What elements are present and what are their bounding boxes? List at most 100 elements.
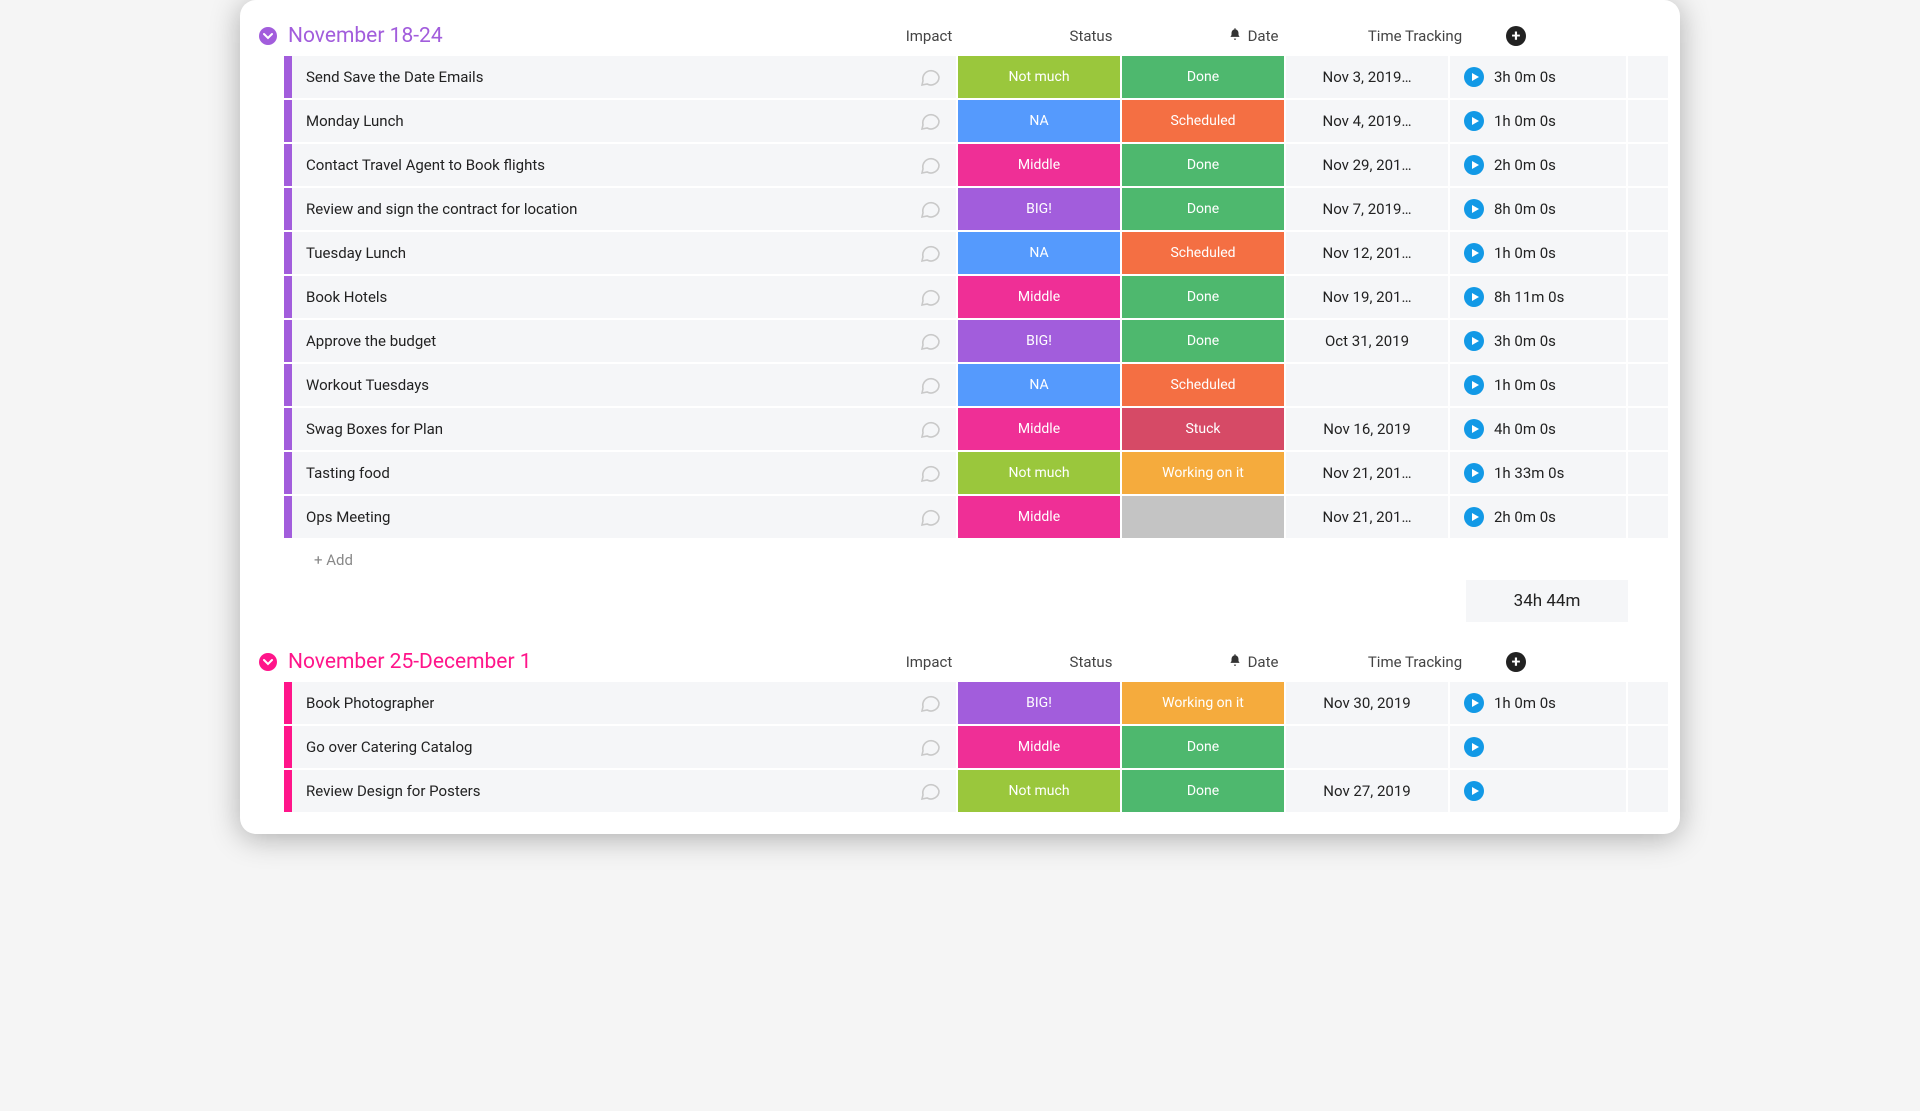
date-cell[interactable]: Nov 29, 201… <box>1284 144 1448 186</box>
chat-icon[interactable] <box>918 373 942 397</box>
time-tracking-cell[interactable]: 2h 0m 0s <box>1448 496 1626 538</box>
table-row[interactable]: Review Design for PostersNot muchDoneNov… <box>284 770 1668 814</box>
play-icon[interactable] <box>1464 375 1484 395</box>
time-tracking-cell[interactable]: 4h 0m 0s <box>1448 408 1626 450</box>
play-icon[interactable] <box>1464 199 1484 219</box>
time-tracking-cell[interactable]: 1h 0m 0s <box>1448 232 1626 274</box>
table-row[interactable]: Go over Catering CatalogMiddleDone <box>284 726 1668 770</box>
time-tracking-cell[interactable]: 3h 0m 0s <box>1448 56 1626 98</box>
chat-icon[interactable] <box>918 65 942 89</box>
impact-cell[interactable]: Middle <box>956 726 1120 768</box>
date-cell[interactable] <box>1284 726 1448 768</box>
row-title-cell[interactable]: Review and sign the contract for locatio… <box>292 188 956 230</box>
chat-icon[interactable] <box>918 241 942 265</box>
row-title-cell[interactable]: Tuesday Lunch <box>292 232 956 274</box>
play-icon[interactable] <box>1464 737 1484 757</box>
row-title-cell[interactable]: Approve the budget <box>292 320 956 362</box>
play-icon[interactable] <box>1464 781 1484 801</box>
impact-cell[interactable]: Not much <box>956 770 1120 812</box>
date-cell[interactable]: Nov 3, 2019… <box>1284 56 1448 98</box>
status-cell[interactable]: Done <box>1120 188 1284 230</box>
play-icon[interactable] <box>1464 111 1484 131</box>
row-title-cell[interactable]: Tasting food <box>292 452 956 494</box>
date-column-header[interactable]: Date <box>1172 27 1334 45</box>
impact-cell[interactable]: Middle <box>956 408 1120 450</box>
status-cell[interactable]: Done <box>1120 770 1284 812</box>
play-icon[interactable] <box>1464 331 1484 351</box>
row-title-cell[interactable]: Monday Lunch <box>292 100 956 142</box>
status-cell[interactable]: Scheduled <box>1120 232 1284 274</box>
row-title-cell[interactable]: Review Design for Posters <box>292 770 956 812</box>
status-cell[interactable]: Done <box>1120 276 1284 318</box>
date-cell[interactable]: Nov 21, 201… <box>1284 452 1448 494</box>
status-column-header[interactable]: Status <box>1010 653 1172 671</box>
add-column-button[interactable]: + <box>1496 26 1536 46</box>
date-cell[interactable]: Nov 12, 201… <box>1284 232 1448 274</box>
chat-icon[interactable] <box>918 417 942 441</box>
date-cell[interactable]: Nov 7, 2019… <box>1284 188 1448 230</box>
impact-cell[interactable]: BIG! <box>956 320 1120 362</box>
date-cell[interactable]: Nov 19, 201… <box>1284 276 1448 318</box>
chat-icon[interactable] <box>918 691 942 715</box>
row-title-cell[interactable]: Book Photographer <box>292 682 956 724</box>
table-row[interactable]: Ops MeetingMiddleNov 21, 201…2h 0m 0s <box>284 496 1668 540</box>
date-cell[interactable]: Nov 30, 2019 <box>1284 682 1448 724</box>
status-cell[interactable] <box>1120 496 1284 538</box>
chat-icon[interactable] <box>918 329 942 353</box>
status-cell[interactable]: Working on it <box>1120 682 1284 724</box>
group-title[interactable]: November 25-December 1 <box>284 650 848 674</box>
row-title-cell[interactable]: Book Hotels <box>292 276 956 318</box>
impact-column-header[interactable]: Impact <box>848 27 1010 45</box>
impact-cell[interactable]: Middle <box>956 144 1120 186</box>
status-cell[interactable]: Scheduled <box>1120 364 1284 406</box>
row-title-cell[interactable]: Workout Tuesdays <box>292 364 956 406</box>
date-cell[interactable]: Nov 27, 2019 <box>1284 770 1448 812</box>
impact-column-header[interactable]: Impact <box>848 653 1010 671</box>
date-cell[interactable]: Nov 16, 2019 <box>1284 408 1448 450</box>
status-cell[interactable]: Done <box>1120 320 1284 362</box>
date-cell[interactable]: Oct 31, 2019 <box>1284 320 1448 362</box>
chat-icon[interactable] <box>918 197 942 221</box>
chat-icon[interactable] <box>918 109 942 133</box>
row-title-cell[interactable]: Contact Travel Agent to Book flights <box>292 144 956 186</box>
play-icon[interactable] <box>1464 507 1484 527</box>
play-icon[interactable] <box>1464 693 1484 713</box>
impact-cell[interactable]: NA <box>956 232 1120 274</box>
play-icon[interactable] <box>1464 67 1484 87</box>
table-row[interactable]: Send Save the Date EmailsNot muchDoneNov… <box>284 56 1668 100</box>
time-tracking-cell[interactable] <box>1448 726 1626 768</box>
chat-icon[interactable] <box>918 153 942 177</box>
row-title-cell[interactable]: Ops Meeting <box>292 496 956 538</box>
table-row[interactable]: Book HotelsMiddleDoneNov 19, 201…8h 11m … <box>284 276 1668 320</box>
group-collapse-toggle[interactable] <box>252 653 284 671</box>
add-row[interactable]: + Add <box>284 540 1668 580</box>
row-title-cell[interactable]: Send Save the Date Emails <box>292 56 956 98</box>
impact-cell[interactable]: Middle <box>956 496 1120 538</box>
chat-icon[interactable] <box>918 461 942 485</box>
time-tracking-cell[interactable]: 3h 0m 0s <box>1448 320 1626 362</box>
row-title-cell[interactable]: Swag Boxes for Plan <box>292 408 956 450</box>
table-row[interactable]: Approve the budgetBIG!DoneOct 31, 20193h… <box>284 320 1668 364</box>
table-row[interactable]: Tuesday LunchNAScheduledNov 12, 201…1h 0… <box>284 232 1668 276</box>
date-cell[interactable]: Nov 4, 2019… <box>1284 100 1448 142</box>
play-icon[interactable] <box>1464 243 1484 263</box>
table-row[interactable]: Review and sign the contract for locatio… <box>284 188 1668 232</box>
impact-cell[interactable]: NA <box>956 100 1120 142</box>
time-tracking-cell[interactable] <box>1448 770 1626 812</box>
time-tracking-cell[interactable]: 1h 0m 0s <box>1448 100 1626 142</box>
table-row[interactable]: Tasting foodNot muchWorking on itNov 21,… <box>284 452 1668 496</box>
time-tracking-cell[interactable]: 8h 11m 0s <box>1448 276 1626 318</box>
chat-icon[interactable] <box>918 735 942 759</box>
play-icon[interactable] <box>1464 419 1484 439</box>
date-column-header[interactable]: Date <box>1172 653 1334 671</box>
impact-cell[interactable]: Not much <box>956 452 1120 494</box>
status-cell[interactable]: Done <box>1120 56 1284 98</box>
time-tracking-cell[interactable]: 1h 0m 0s <box>1448 682 1626 724</box>
add-column-button[interactable]: + <box>1496 652 1536 672</box>
impact-cell[interactable]: Not much <box>956 56 1120 98</box>
time-tracking-column-header[interactable]: Time Tracking <box>1334 27 1496 45</box>
impact-cell[interactable]: BIG! <box>956 188 1120 230</box>
time-tracking-cell[interactable]: 2h 0m 0s <box>1448 144 1626 186</box>
impact-cell[interactable]: NA <box>956 364 1120 406</box>
time-tracking-cell[interactable]: 1h 33m 0s <box>1448 452 1626 494</box>
